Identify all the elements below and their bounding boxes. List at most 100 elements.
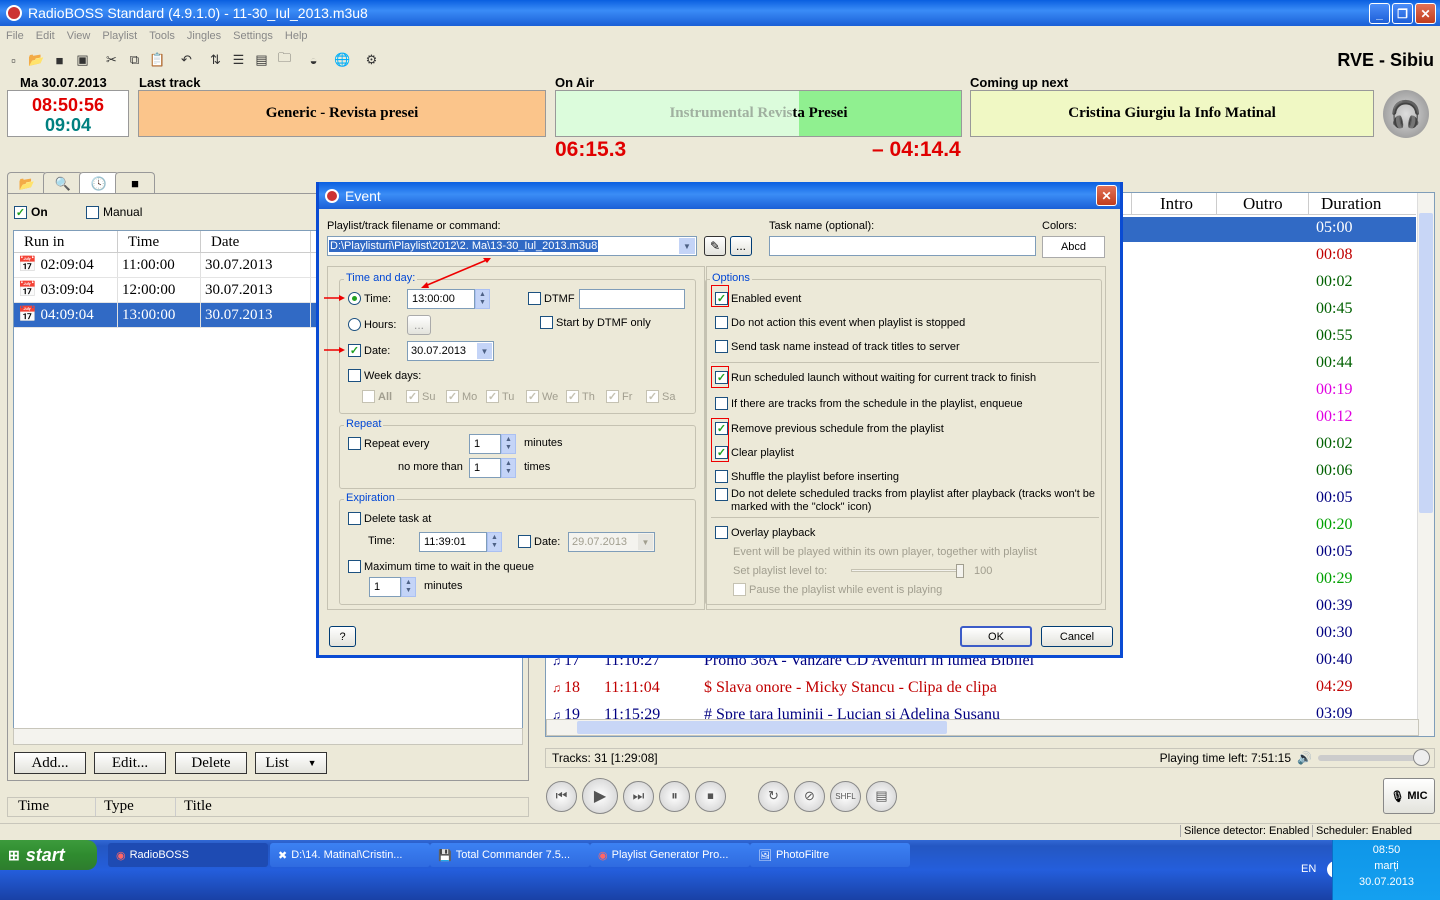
repeat-every-value[interactable]: 1	[469, 434, 501, 454]
scheduler-on-toggle[interactable]: ✓ On	[14, 205, 48, 219]
menu-view[interactable]: View	[67, 30, 91, 42]
hscroll-thumb[interactable]	[577, 721, 947, 734]
date-checkbox[interactable]: ✓	[348, 344, 361, 357]
tab-search-icon[interactable]: 🔍	[43, 172, 83, 194]
expiration-time-value[interactable]: 11:39:01	[419, 532, 487, 552]
shuffle-before-inserting-checkbox[interactable]	[715, 470, 728, 483]
time-radio-option[interactable]: Time:	[348, 292, 391, 305]
list-dropdown-button[interactable]: List ▼	[255, 752, 327, 774]
dtmf-option[interactable]: DTMF	[528, 292, 575, 305]
scheduler-manual-toggle[interactable]: Manual	[86, 205, 142, 219]
col-outro[interactable]: Outro	[1216, 193, 1308, 215]
repeat-spin-arrows-icon[interactable]: ▲ ▼	[501, 434, 516, 454]
tab-jingles-icon[interactable]: ■	[115, 172, 155, 194]
new-file-icon[interactable]: ▫	[4, 51, 23, 70]
day-we[interactable]: ✓ We	[526, 390, 558, 403]
col-intro[interactable]: Intro	[1131, 193, 1211, 215]
minimize-button[interactable]: _	[1369, 3, 1390, 24]
scheduler-manual-checkbox[interactable]	[86, 205, 99, 219]
repeat-every-option[interactable]: Repeat every	[348, 437, 429, 450]
playlist-level-slider[interactable]	[851, 564, 964, 578]
stop-button[interactable]: ⏹	[695, 780, 726, 812]
max-wait-spin-arrows-icon[interactable]: ▲ ▼	[401, 577, 416, 597]
enqueue-if-present-checkbox[interactable]	[715, 397, 728, 410]
mic-button[interactable]: 🎙 MIC	[1383, 778, 1435, 814]
help-button[interactable]: ?	[329, 626, 356, 647]
paste-icon[interactable]: 📋	[148, 51, 167, 70]
menu-tools[interactable]: Tools	[149, 30, 175, 42]
taskbar-item-total-commander[interactable]: 💾 Total Commander 7.5...	[430, 843, 590, 867]
delete-task-option[interactable]: Delete task at	[348, 512, 431, 525]
pause-playlist-option[interactable]: Pause the playlist while event is playin…	[733, 583, 942, 596]
max-wait-spinner[interactable]: 1 ▲ ▼	[369, 577, 416, 597]
menu-playlist[interactable]: Playlist	[102, 30, 137, 42]
filename-dropdown-arrow-icon[interactable]: ▼	[679, 238, 695, 254]
taskbar-item-explorer[interactable]: ✖ D:\14. Matinal\Cristin...	[270, 843, 430, 867]
volume-thumb[interactable]	[1413, 749, 1430, 766]
day-su[interactable]: ✓ Su	[406, 390, 435, 403]
overlay-playback-checkbox[interactable]	[715, 526, 728, 539]
max-wait-checkbox[interactable]	[348, 560, 361, 573]
repeat-every-checkbox[interactable]	[348, 437, 361, 450]
open-folder-icon[interactable]: 📂	[27, 51, 46, 70]
day-sa[interactable]: ✓ Sa	[646, 390, 675, 403]
expiration-time-spinner[interactable]: 11:39:01 ▲ ▼	[419, 532, 502, 552]
edit-event-button[interactable]: Edit...	[94, 752, 166, 774]
menu-file[interactable]: File	[6, 30, 24, 42]
restore-button[interactable]: ❐	[1392, 3, 1413, 24]
taskbar-item-photofiltre[interactable]: 🖼 PhotoFiltre	[750, 843, 910, 867]
date-picker[interactable]: 30.07.2013 ▼	[407, 341, 494, 361]
expiration-date-checkbox[interactable]	[518, 535, 531, 548]
start-dtmf-option[interactable]: Start by DTMF only	[540, 316, 651, 329]
hours-radio[interactable]	[348, 318, 361, 331]
hours-button[interactable]: ...	[407, 315, 431, 335]
repeat-button[interactable]: ↻	[758, 780, 789, 812]
time-radio[interactable]	[348, 292, 361, 305]
menu-edit[interactable]: Edit	[36, 30, 55, 42]
vscroll-thumb[interactable]	[1419, 213, 1433, 513]
log-col-time[interactable]: Time	[8, 798, 96, 816]
weekdays-checkbox[interactable]	[348, 369, 361, 382]
playlist-vscrollbar[interactable]	[1417, 193, 1434, 736]
weekdays-option[interactable]: Week days:	[348, 369, 421, 382]
folder-playlist-icon[interactable]: 🗀	[275, 50, 294, 70]
ok-button[interactable]: OK	[960, 626, 1032, 647]
play-button[interactable]: ▶	[582, 778, 618, 814]
start-dtmf-checkbox[interactable]	[540, 316, 553, 329]
day-th[interactable]: ✓ Th	[566, 390, 595, 403]
tab-browse-folder-icon[interactable]: 📂	[7, 172, 47, 194]
expiration-date-picker[interactable]: 29.07.2013 ▼	[568, 532, 655, 552]
globe-icon[interactable]: 🌐	[333, 51, 352, 70]
enqueue-if-present-option[interactable]: If there are tracks from the schedule in…	[715, 397, 1023, 410]
expiration-date-arrow-icon[interactable]: ▼	[638, 534, 653, 550]
playlist-level-thumb[interactable]	[956, 564, 964, 578]
run-without-waiting-option[interactable]: ✓ Run scheduled launch without waiting fo…	[715, 371, 1036, 384]
copy-icon[interactable]: ⧉	[125, 51, 144, 70]
time-spinner[interactable]: 13:00:00 ▲ ▼	[407, 289, 490, 309]
times-spinner[interactable]: 1 ▲ ▼	[469, 458, 516, 478]
delete-task-checkbox[interactable]	[348, 512, 361, 525]
language-indicator[interactable]: EN	[1301, 863, 1316, 875]
hours-radio-option[interactable]: Hours:	[348, 318, 396, 331]
pause-playlist-checkbox[interactable]	[733, 583, 746, 596]
expiration-spin-arrows-icon[interactable]: ▲ ▼	[487, 532, 502, 552]
task-name-input[interactable]	[769, 236, 1036, 256]
menu-settings[interactable]: Settings	[233, 30, 273, 42]
headphones-icon[interactable]: 🎧	[1383, 90, 1429, 138]
cut-icon[interactable]: ✂	[102, 51, 121, 70]
pause-button[interactable]: ⏸	[659, 780, 690, 812]
taskbar-item-radioboss[interactable]: ◉ RadioBOSS	[108, 843, 268, 867]
browse-file-button[interactable]: ...	[730, 236, 752, 256]
day-tu[interactable]: ✓ Tu	[486, 390, 514, 403]
insert-track-icon[interactable]: ⇅	[206, 51, 225, 70]
col-run-in[interactable]: Run in	[14, 231, 118, 252]
expiration-date-option[interactable]: Date:	[518, 535, 560, 548]
day-fr[interactable]: ✓ Fr	[606, 390, 632, 403]
stream-icon[interactable]: ◒	[304, 51, 323, 70]
next-button[interactable]: ⏭	[623, 780, 654, 812]
time-value[interactable]: 13:00:00	[407, 289, 475, 309]
table-row[interactable]: ♫ 18 11:11:04 $ Slava onore - Micky Stancu…	[552, 679, 1132, 704]
settings-gear-icon[interactable]: ⚙	[362, 51, 381, 70]
time-spin-arrows-icon[interactable]: ▲ ▼	[475, 289, 490, 309]
no-delete-scheduled-option[interactable]: Do not delete scheduled tracks from play…	[715, 488, 1095, 514]
